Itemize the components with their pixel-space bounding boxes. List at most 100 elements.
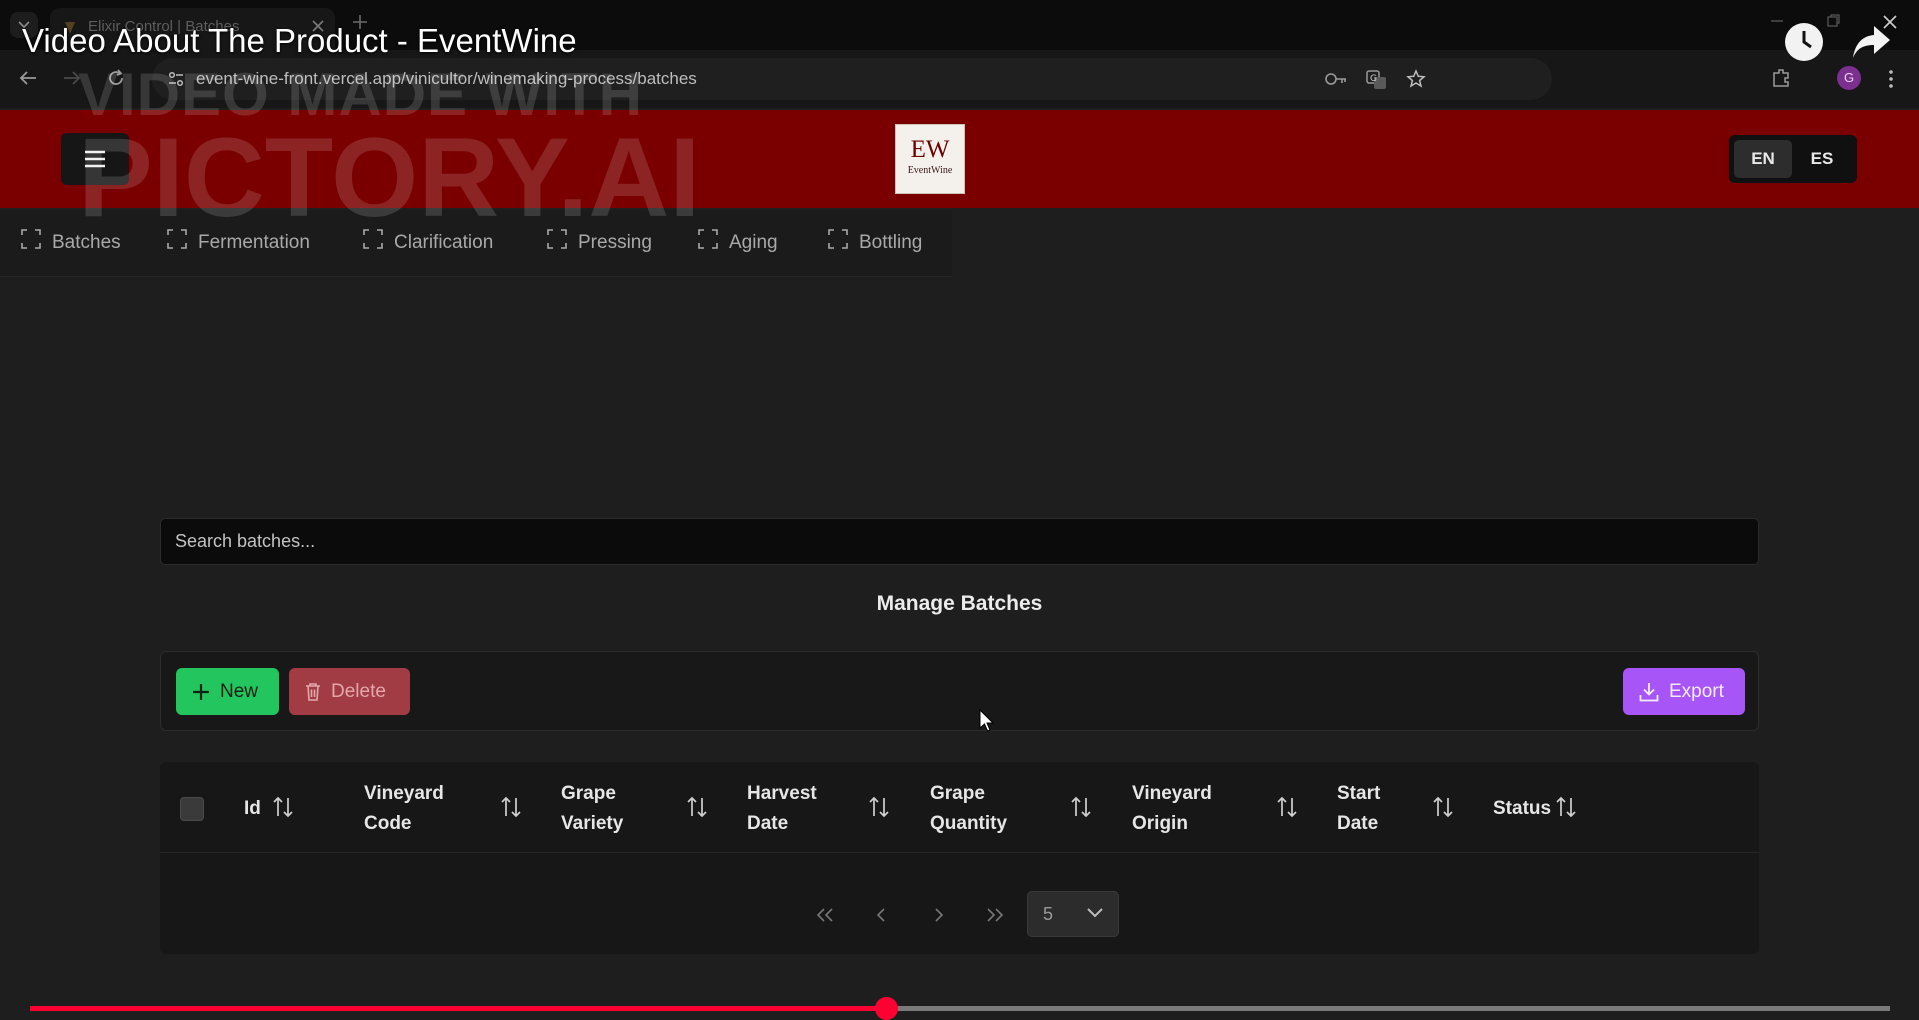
download-icon xyxy=(1639,682,1659,701)
translate-icon[interactable]: G xyxy=(1366,69,1388,91)
process-tab-label: Pressing xyxy=(578,232,652,253)
sort-icon[interactable] xyxy=(1555,796,1577,818)
column-header-text: Code xyxy=(364,813,412,834)
process-tab-label: Clarification xyxy=(394,232,494,253)
batches-table: Id Vineyard Code Grape Variety Harvest D… xyxy=(160,762,1759,954)
column-header-grape-variety[interactable]: Grape Variety xyxy=(561,779,623,839)
delete-batch-button[interactable]: Delete xyxy=(289,668,410,715)
profile-avatar[interactable]: G xyxy=(1837,66,1861,90)
lang-es-button[interactable]: ES xyxy=(1793,140,1851,178)
sort-icon[interactable] xyxy=(500,796,522,818)
frame-corners-icon xyxy=(547,229,567,249)
column-header-harvest-date[interactable]: Harvest Date xyxy=(747,779,817,839)
process-tab-bottling[interactable]: Bottling xyxy=(828,228,922,258)
column-header-text: Vineyard xyxy=(364,783,444,804)
mouse-cursor-icon xyxy=(979,709,995,733)
column-header-grape-quantity[interactable]: Grape Quantity xyxy=(930,779,1007,839)
search-batches-input[interactable] xyxy=(160,518,1759,565)
column-header-text: Id xyxy=(244,798,261,819)
process-tab-aging[interactable]: Aging xyxy=(698,228,778,258)
sort-icon[interactable] xyxy=(1070,796,1092,818)
eventwine-logo[interactable]: EW EventWine xyxy=(895,124,965,194)
column-header-text: Quantity xyxy=(930,813,1008,834)
svg-text:G: G xyxy=(1370,74,1377,84)
lang-en-button[interactable]: EN xyxy=(1734,140,1792,178)
column-header-status[interactable]: Status xyxy=(1493,794,1551,824)
column-header-text: Harvest xyxy=(747,783,817,804)
logo-text: EventWine xyxy=(907,165,953,176)
frame-corners-icon xyxy=(167,229,187,249)
column-header-text: Origin xyxy=(1132,813,1188,834)
menu-button[interactable] xyxy=(61,133,129,185)
more-menu-icon[interactable] xyxy=(1888,70,1894,88)
app-header: EW EventWine EN ES xyxy=(0,110,1919,208)
new-batch-button[interactable]: New xyxy=(176,668,279,715)
share-arrow-icon[interactable] xyxy=(1852,24,1892,60)
frame-corners-icon xyxy=(21,229,41,249)
hamburger-icon xyxy=(85,150,105,168)
column-header-text: Date xyxy=(747,813,789,834)
sort-icon[interactable] xyxy=(1432,796,1454,818)
new-button-label: New xyxy=(220,680,259,702)
action-toolbar: New Delete Export xyxy=(160,651,1759,731)
watch-later-clock-icon[interactable] xyxy=(1784,22,1824,62)
bookmark-star-icon[interactable] xyxy=(1406,69,1426,89)
frame-corners-icon xyxy=(828,229,848,249)
column-header-vineyard-code[interactable]: Vineyard Code xyxy=(364,779,444,839)
sort-icon[interactable] xyxy=(1276,796,1298,818)
process-tab-label: Aging xyxy=(729,232,778,253)
sort-icon[interactable] xyxy=(868,796,890,818)
column-header-vineyard-origin[interactable]: Vineyard Origin xyxy=(1132,779,1212,839)
minimize-icon[interactable] xyxy=(1770,14,1784,28)
url-text: event-wine-front.vercel.app/vinicultor/w… xyxy=(196,69,697,88)
extensions-icon[interactable] xyxy=(1771,67,1793,89)
column-header-text: Variety xyxy=(561,813,624,834)
column-header-text: Start xyxy=(1337,783,1381,804)
frame-corners-icon xyxy=(363,229,383,249)
video-progress-bar[interactable] xyxy=(30,997,1890,1020)
process-tab-batches[interactable]: Batches xyxy=(21,228,121,258)
video-title[interactable]: Video About The Product - EventWine xyxy=(22,22,577,60)
frame-corners-icon xyxy=(698,229,718,249)
sort-icon[interactable] xyxy=(272,796,294,818)
video-progress-scrubber[interactable] xyxy=(874,997,898,1020)
address-bar[interactable]: event-wine-front.vercel.app/vinicultor/w… xyxy=(152,58,1552,100)
table-header: Id Vineyard Code Grape Variety Harvest D… xyxy=(160,762,1759,853)
delete-button-label: Delete xyxy=(331,680,386,702)
previous-page-icon[interactable] xyxy=(876,908,886,922)
column-header-start-date[interactable]: Start Date xyxy=(1337,779,1380,839)
process-tab-pressing[interactable]: Pressing xyxy=(547,228,652,258)
rows-per-page-dropdown[interactable]: 5 xyxy=(1027,891,1119,937)
password-key-icon[interactable] xyxy=(1324,69,1348,89)
trash-icon xyxy=(306,683,320,701)
process-tab-label: Fermentation xyxy=(198,232,310,253)
logo-mark: EW xyxy=(910,136,950,163)
column-header-text: Grape xyxy=(561,783,616,804)
rows-per-page-value: 5 xyxy=(1043,904,1054,924)
video-progress-fill xyxy=(30,1006,886,1011)
page-title: Manage Batches xyxy=(876,592,1043,615)
next-page-icon[interactable] xyxy=(934,908,944,922)
sort-icon[interactable] xyxy=(686,796,708,818)
column-header-text: Grape xyxy=(930,783,985,804)
process-tab-fermentation[interactable]: Fermentation xyxy=(167,228,310,258)
process-tab-clarification[interactable]: Clarification xyxy=(363,228,493,258)
language-switcher: EN ES xyxy=(1729,135,1857,183)
plus-icon xyxy=(193,683,209,700)
site-settings-icon[interactable] xyxy=(166,69,186,89)
select-all-checkbox[interactable] xyxy=(180,797,204,821)
process-nav: Batches Fermentation Clarification Press… xyxy=(0,210,952,277)
column-header-text: Status xyxy=(1493,798,1552,819)
back-arrow-icon[interactable] xyxy=(18,68,38,88)
process-tab-label: Bottling xyxy=(859,232,923,253)
restore-icon[interactable] xyxy=(1826,14,1840,28)
column-header-text: Vineyard xyxy=(1132,783,1212,804)
reload-icon[interactable] xyxy=(106,68,126,88)
paginator: 5 xyxy=(160,882,1759,954)
column-header-id[interactable]: Id xyxy=(244,794,261,824)
last-page-icon[interactable] xyxy=(986,908,1004,922)
first-page-icon[interactable] xyxy=(816,908,834,922)
forward-arrow-icon[interactable] xyxy=(62,68,82,88)
export-button-label: Export xyxy=(1669,680,1724,702)
export-button[interactable]: Export xyxy=(1623,668,1745,715)
